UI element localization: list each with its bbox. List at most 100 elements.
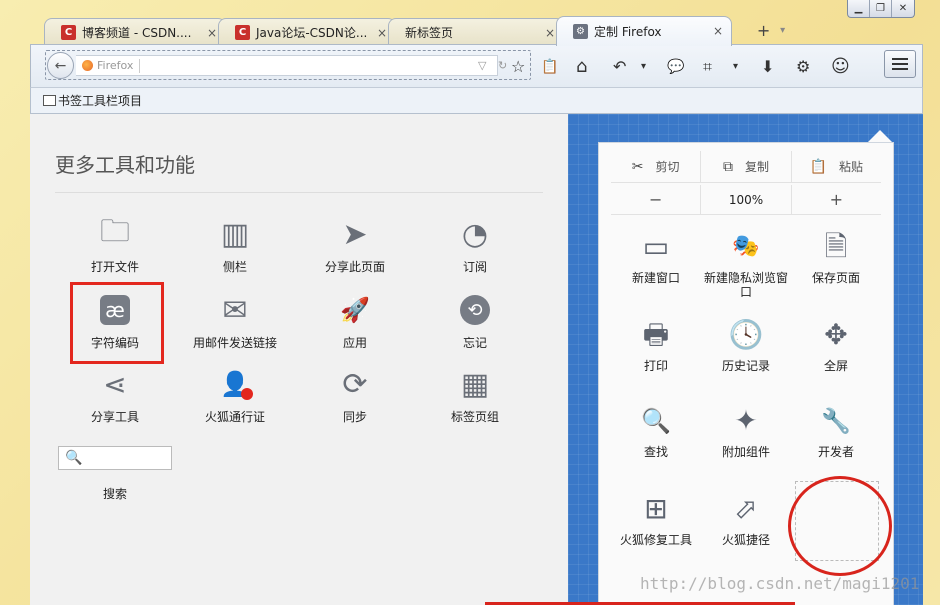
panel-addons[interactable]: ✦ 附加组件 [701,403,791,460]
restore-button[interactable]: ❐ [870,0,892,17]
panel-item-label: 新建窗口 [631,271,680,285]
tab-customize-firefox[interactable]: ⚙ 定制 Firefox × [556,16,732,46]
url-separator [139,58,141,73]
paste-button[interactable]: 📋 粘贴 [792,151,881,182]
panel-item-label: 查找 [643,445,668,459]
sidebar-icon: ▥ [220,216,250,252]
tool-email-link[interactable]: ✉ 用邮件发送链接 [175,292,295,351]
zoom-controls: − 100% + [611,185,881,215]
zoom-out-button[interactable]: − [611,185,702,214]
tool-forget[interactable]: ⟲ 忘记 [415,292,535,351]
tab-close-icon[interactable]: × [207,26,217,40]
panel-arrow [868,130,892,142]
title-divider [55,192,543,193]
url-dropdown-icon[interactable]: ▽ [478,59,486,72]
history-icon: 🕓 [728,318,764,351]
new-tab-button[interactable]: + [757,21,770,40]
panel-repair-tool[interactable]: ⊞ 火狐修复工具 [611,491,701,548]
zoom-reset-button[interactable]: 100% [701,185,792,214]
tool-sidebar[interactable]: ▥ 侧栏 [175,216,295,275]
csdn-icon: C [235,25,250,40]
home-icon[interactable]: ⌂ [576,57,587,77]
share-icon: ⋖ [103,367,127,401]
gear-icon: ⚙ [573,24,588,39]
tool-open-file[interactable]: 🗀 打开文件 [55,213,175,275]
panel-developer[interactable]: 🔧 开发者 [791,403,881,459]
watermark-text: http://blog.csdn.net/magi1201 [640,574,920,593]
search-input[interactable]: 🔍 [58,446,172,470]
save-page-icon: 🗎 [824,230,848,263]
tab-close-icon[interactable]: × [377,26,387,40]
minimize-button[interactable]: ▁ [848,0,870,17]
zoom-in-button[interactable]: + [792,185,881,214]
tab-groups-icon: ▦ [460,366,490,402]
panel-private-window[interactable]: 🎭 新建隐私浏览窗口 [701,229,791,300]
tab-label: 博客频道 - CSDN.... [82,26,192,40]
forget-icon: ⟲ [457,292,493,328]
tool-subscribe[interactable]: ◔ 订阅 [415,216,535,275]
close-window-button[interactable]: ✕ [892,0,914,17]
crop-icon[interactable]: ⌗ [703,57,712,77]
url-input[interactable]: Firefox [76,55,498,76]
navigation-toolbar: Firefox ← ▽ ↻ ☆ 📋 ⌂ ↶ ▾ 💬 ⌗ ▾ ⬇ ⚙ ☺ [30,44,923,88]
developer-icon: 🔧 [821,407,851,435]
sync-icon: ⟳ [342,366,368,402]
cut-label: 剪切 [655,160,680,174]
highlight-encoding-box [70,282,164,364]
csdn-icon: C [61,25,76,40]
highlight-empty-slot-circle [788,476,892,576]
tab-new-tab[interactable]: 新标签页 × [388,18,564,46]
panel-print[interactable]: 🖶 打印 [611,317,701,374]
paste-icon: 📋 [809,158,828,175]
addons-icon: ✦ [734,404,758,437]
tab-java-forum[interactable]: C Java论坛-CSDN论... × [218,18,396,46]
tool-share[interactable]: ⋖ 分享工具 [55,366,175,425]
settings-gear-icon[interactable]: ⚙ [796,57,810,77]
hamburger-menu-button[interactable] [884,50,916,78]
panel-item-label: 全屏 [823,359,848,373]
copy-button[interactable]: ⧉ 复制 [701,151,792,182]
smiley-icon[interactable]: ☺ [831,57,850,77]
account-icon: 👤 [217,366,253,402]
fullscreen-icon: ✥ [824,318,848,351]
cut-button[interactable]: ✂ 剪切 [611,151,702,182]
url-placeholder: Firefox [97,59,134,72]
crop-dropdown-icon[interactable]: ▾ [733,57,738,77]
page-title: 更多工具和功能 [55,153,195,177]
tool-label: 分享此页面 [324,260,385,274]
bookmarks-toolbar-item[interactable]: 书签工具栏项目 [58,92,142,109]
panel-fullscreen[interactable]: ✥ 全屏 [791,317,881,374]
panel-item-label: 开发者 [817,445,854,459]
download-icon[interactable]: ⬇ [761,57,774,77]
search-icon: 🔍 [65,450,83,466]
rocket-icon: 🚀 [340,296,370,324]
bookmark-star-icon[interactable]: ☆ [511,57,525,77]
panel-save-page[interactable]: 🗎 保存页面 [791,229,881,286]
repair-icon: ⊞ [644,492,668,525]
chat-icon[interactable]: 💬 [667,57,684,77]
tool-sync[interactable]: ⟳ 同步 [295,366,415,425]
tool-share-page[interactable]: ➤ 分享此页面 [295,216,415,275]
tab-blog[interactable]: C 博客频道 - CSDN.... × [44,18,226,46]
tab-label: Java论坛-CSDN论... [256,26,368,40]
tool-label: 同步 [342,410,367,424]
list-tabs-dropdown-icon[interactable]: ▾ [780,25,785,36]
panel-new-window[interactable]: ▭ 新建窗口 [611,229,701,286]
tool-tab-groups[interactable]: ▦ 标签页组 [415,366,535,425]
panel-find[interactable]: 🔍 查找 [611,403,701,459]
tool-firefox-account[interactable]: 👤 火狐通行证 [175,366,295,425]
panel-history[interactable]: 🕓 历史记录 [701,317,791,374]
tab-close-icon[interactable]: × [713,24,723,38]
panel-shortcut[interactable]: ⬀ 火狐捷径 [701,491,791,548]
tab-close-icon[interactable]: × [545,26,555,40]
tool-label: 侧栏 [222,260,247,274]
undo-icon[interactable]: ↶ [613,57,626,77]
bookmarks-menu-icon[interactable]: 📋 [541,57,558,77]
tool-apps[interactable]: 🚀 应用 [295,292,415,351]
panel-item-label: 火狐修复工具 [619,533,692,547]
edit-controls: ✂ 剪切 ⧉ 复制 📋 粘贴 [611,151,881,183]
folder-icon: 🗀 [100,213,130,249]
undo-dropdown-icon[interactable]: ▾ [641,57,646,77]
back-button[interactable]: ← [47,52,74,79]
reload-icon[interactable]: ↻ [498,59,507,72]
